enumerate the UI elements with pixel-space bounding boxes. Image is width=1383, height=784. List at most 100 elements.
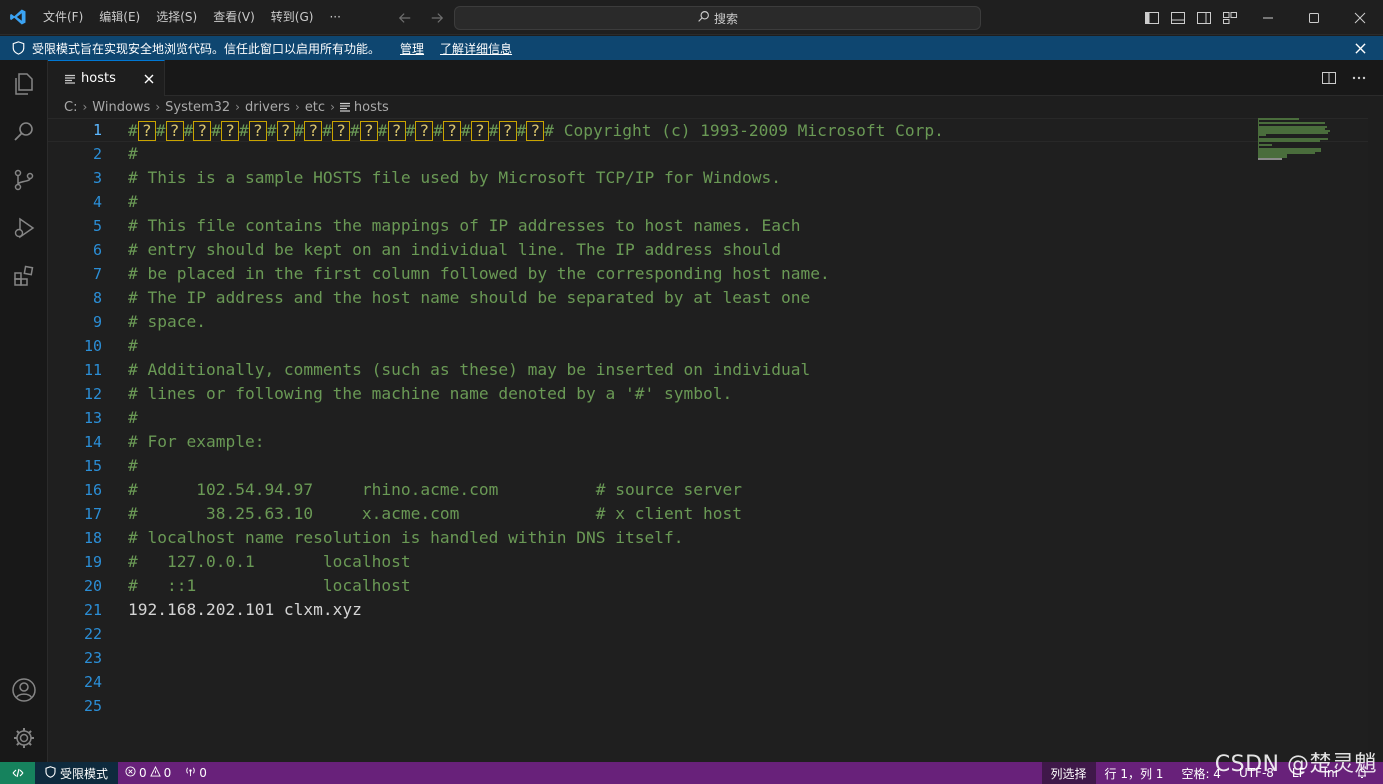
cursor-position-status[interactable]: 行 1，列 1 — [1096, 762, 1173, 784]
code-line[interactable]: 23 — [48, 646, 1368, 670]
chevron-right-icon: › — [235, 100, 240, 114]
code-line[interactable]: 16 # 102.54.94.97 rhino.acme.com # source… — [48, 478, 1368, 502]
minimap-line — [1258, 144, 1272, 146]
breadcrumb-hosts[interactable]: hosts — [354, 100, 389, 115]
code-line[interactable]: 20 # ::1 localhost — [48, 574, 1368, 598]
invalid-char-marker: ? — [221, 121, 239, 141]
restricted-mode-status[interactable]: 受限模式 — [35, 762, 119, 784]
menu-go[interactable]: 转到(G) — [263, 0, 322, 35]
chevron-right-icon: › — [330, 100, 335, 114]
code-line[interactable]: 14 # For example: — [48, 430, 1368, 454]
breadcrumb-etc[interactable]: etc — [305, 100, 325, 115]
tab-hosts[interactable]: hosts — [48, 60, 165, 96]
code-line[interactable]: 12 # lines or following the machine name … — [48, 382, 1368, 406]
close-window-icon[interactable] — [1337, 0, 1383, 35]
breadcrumb-windows[interactable]: Windows — [92, 100, 150, 115]
encoding-status[interactable]: UTF-8 — [1230, 762, 1283, 784]
eol-status[interactable]: LF — [1283, 762, 1315, 784]
forward-arrow-icon[interactable] — [426, 7, 448, 29]
code-line[interactable]: 7 # be placed in the first column followe… — [48, 262, 1368, 286]
source-control-icon[interactable] — [0, 156, 48, 204]
code-line[interactable]: 9 # space. — [48, 310, 1368, 334]
ports-count: 0 — [199, 766, 207, 780]
toggle-panel-icon[interactable] — [1168, 8, 1188, 28]
command-center-search[interactable]: 搜索 — [454, 6, 981, 30]
extensions-icon[interactable] — [0, 252, 48, 300]
toggle-primary-sidebar-icon[interactable] — [1142, 8, 1162, 28]
search-view-icon[interactable] — [0, 108, 48, 156]
explorer-icon[interactable] — [0, 60, 48, 108]
ports-status[interactable]: 0 — [178, 762, 214, 784]
indentation-status[interactable]: 空格: 4 — [1172, 762, 1230, 784]
maximize-icon[interactable] — [1291, 0, 1337, 35]
code-line[interactable]: 10 # — [48, 334, 1368, 358]
line-number: 9 — [92, 313, 102, 331]
close-tab-icon[interactable] — [140, 70, 158, 88]
menu-more[interactable]: ··· — [321, 0, 348, 35]
line-text: # — [128, 408, 138, 427]
line-number: 19 — [83, 553, 102, 571]
more-actions-icon[interactable] — [1349, 68, 1369, 88]
code-line[interactable]: 24 — [48, 670, 1368, 694]
problems-status[interactable]: 0 0 — [118, 762, 178, 784]
warning-icon — [149, 765, 161, 780]
warning-count: 0 — [163, 766, 172, 780]
shield-icon — [10, 40, 26, 56]
invalid-char-marker: ? — [165, 121, 184, 141]
code-editor[interactable]: 1 #? #? #? #? #? #? #? #? #? #? #? #? #? #? #? # Copyrig… — [48, 118, 1368, 762]
close-banner-icon[interactable] — [1351, 39, 1369, 57]
notifications-bell-icon[interactable] — [1347, 762, 1383, 784]
line-text: # The IP address and the host name shoul… — [128, 288, 811, 307]
menu-selection[interactable]: 选择(S) — [148, 0, 205, 35]
manage-link[interactable]: 管理 — [400, 40, 424, 57]
code-line[interactable]: 21 192.168.202.101 clxm.xyz — [48, 598, 1368, 622]
line-text: #? #? #? #? #? #? #? #? #? #? #? #? #? #? #? # Copyrigh… — [128, 121, 944, 141]
language-mode-status[interactable]: Ini — [1315, 762, 1347, 784]
line-text: # entry should be kept on an individual … — [128, 240, 781, 259]
remote-indicator-icon[interactable] — [0, 762, 35, 784]
learn-more-link[interactable]: 了解详细信息 — [440, 40, 512, 57]
menu-edit[interactable]: 编辑(E) — [91, 0, 148, 35]
code-line[interactable]: 13 # — [48, 406, 1368, 430]
code-line[interactable]: 3 # This is a sample HOSTS file used by M… — [48, 166, 1368, 190]
breadcrumb: C: › Windows › System32 › drivers › etc … — [48, 96, 1368, 118]
line-text: # lines or following the machine name de… — [128, 384, 733, 403]
code-line[interactable]: 15 # — [48, 454, 1368, 478]
invalid-char-marker: ? — [526, 121, 545, 141]
line-text: # This file contains the mappings of IP … — [128, 216, 801, 235]
code-line[interactable]: 6 # entry should be kept on an individual… — [48, 238, 1368, 262]
code-line[interactable]: 25 — [48, 694, 1368, 718]
minimap-line — [1258, 122, 1325, 124]
code-line[interactable]: 19 # 127.0.0.1 localhost — [48, 550, 1368, 574]
column-selection-status[interactable]: 列选择 — [1041, 762, 1096, 784]
split-editor-icon[interactable] — [1319, 68, 1339, 88]
code-line[interactable]: 5 # This file contains the mappings of IP… — [48, 214, 1368, 238]
toggle-secondary-sidebar-icon[interactable] — [1194, 8, 1214, 28]
customize-layout-icon[interactable] — [1220, 8, 1240, 28]
code-line[interactable]: 2 # — [48, 142, 1368, 166]
minimap-line — [1258, 140, 1320, 142]
manage-gear-icon[interactable] — [0, 714, 48, 762]
code-line[interactable]: 8 # The IP address and the host name shou… — [48, 286, 1368, 310]
line-number: 23 — [83, 649, 102, 667]
line-number: 18 — [83, 529, 102, 547]
run-debug-icon[interactable] — [0, 204, 48, 252]
breadcrumb-drivers[interactable]: drivers — [245, 100, 290, 115]
invalid-char-marker: ? — [193, 121, 212, 141]
menu-file[interactable]: 文件(F) — [35, 0, 91, 35]
minimap[interactable] — [1256, 118, 1336, 178]
minimap-line — [1258, 158, 1282, 160]
code-line[interactable]: 4 # — [48, 190, 1368, 214]
code-line[interactable]: 22 — [48, 622, 1368, 646]
breadcrumb-system32[interactable]: System32 — [165, 100, 230, 115]
line-text: # For example: — [128, 432, 265, 451]
menu-view[interactable]: 查看(V) — [205, 0, 263, 35]
back-arrow-icon[interactable] — [394, 7, 416, 29]
code-line[interactable]: 1 #? #? #? #? #? #? #? #? #? #? #? #? #? #? #? # Copyrig… — [48, 118, 1368, 142]
code-line[interactable]: 17 # 38.25.63.10 x.acme.com # x client ho… — [48, 502, 1368, 526]
code-line[interactable]: 18 # localhost name resolution is handled… — [48, 526, 1368, 550]
accounts-icon[interactable] — [0, 666, 48, 714]
breadcrumb-drive[interactable]: C: — [64, 100, 77, 115]
minimize-icon[interactable] — [1245, 0, 1291, 35]
code-line[interactable]: 11 # Additionally, comments (such as thes… — [48, 358, 1368, 382]
